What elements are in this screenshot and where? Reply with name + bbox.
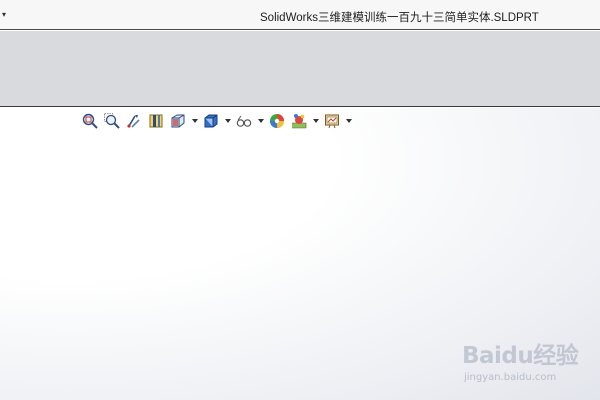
display-style-icon	[204, 114, 218, 128]
chevron-down-icon	[225, 119, 231, 123]
watermark-url: jingyan.baidu.com	[464, 372, 557, 383]
hide-show-items-dropdown[interactable]	[257, 112, 265, 130]
view-settings-button[interactable]	[323, 112, 341, 130]
chevron-down-icon	[313, 119, 319, 123]
heads-up-view-toolbar	[81, 112, 356, 130]
previous-view-button[interactable]	[125, 112, 143, 130]
hide-show-items-icon	[236, 115, 252, 127]
display-style-dropdown[interactable]	[224, 112, 232, 130]
zoom-to-fit-button[interactable]	[81, 112, 99, 130]
chevron-down-icon	[346, 119, 352, 123]
display-style-button[interactable]	[202, 112, 220, 130]
apply-scene-icon	[292, 114, 307, 129]
edit-appearance-button[interactable]	[268, 112, 286, 130]
section-view-icon	[149, 114, 163, 128]
edit-appearance-icon	[270, 114, 284, 128]
title-menu-caret-icon[interactable]: ▾	[2, 9, 6, 21]
title-bar: ▾ SolidWorks三维建模训练一百九十三简单实体.SLDPRT	[0, 0, 600, 30]
zoom-to-area-icon	[104, 113, 120, 129]
solidworks-window: ▾ SolidWorks三维建模训练一百九十三简单实体.SLDPRT Baidu…	[0, 0, 600, 400]
apply-scene-button[interactable]	[290, 112, 308, 130]
chevron-down-icon	[192, 119, 198, 123]
view-settings-dropdown[interactable]	[345, 112, 353, 130]
view-settings-icon	[325, 114, 339, 129]
section-view-button[interactable]	[147, 112, 165, 130]
apply-scene-dropdown[interactable]	[312, 112, 320, 130]
hide-show-items-button[interactable]	[235, 112, 253, 130]
view-orientation-dropdown[interactable]	[191, 112, 199, 130]
zoom-to-fit-icon	[82, 113, 98, 129]
view-orientation-icon	[171, 114, 185, 128]
previous-view-icon	[127, 115, 140, 128]
view-orientation-button[interactable]	[169, 112, 187, 130]
document-title: SolidWorks三维建模训练一百九十三简单实体.SLDPRT	[260, 12, 539, 24]
watermark-logo: Baidu经验	[462, 343, 579, 369]
baidu-jingyan-watermark: Baidu经验 jingyan.baidu.com	[462, 336, 592, 392]
command-manager	[0, 31, 600, 107]
chevron-down-icon	[258, 119, 264, 123]
zoom-to-area-button[interactable]	[103, 112, 121, 130]
